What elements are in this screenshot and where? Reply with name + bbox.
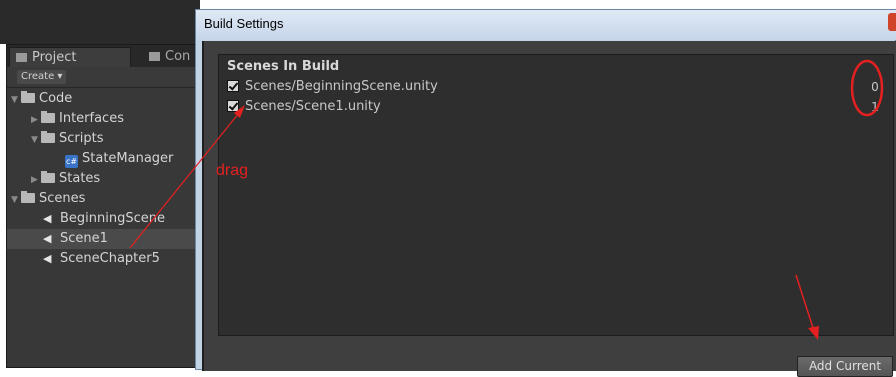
- scene-index: 0: [871, 80, 879, 94]
- expanded-arrow-icon[interactable]: ▼: [11, 90, 21, 110]
- window-titlebar[interactable]: Build Settings: [196, 10, 896, 40]
- csharp-script-icon: c#: [65, 155, 78, 168]
- tree-item-scenechapter5[interactable]: ◀ SceneChapter5: [43, 249, 160, 269]
- tree-item-label: Interfaces: [59, 111, 124, 126]
- scene-path: Scenes/Scene1.unity: [245, 99, 381, 114]
- tree-item-scenes[interactable]: ▼ Scenes: [11, 189, 85, 209]
- scene-row[interactable]: Scenes/BeginningScene.unity 0: [227, 77, 887, 97]
- scene-checkbox[interactable]: [227, 80, 239, 92]
- tab-project-label: Project: [32, 50, 77, 65]
- scene-index: 1: [871, 100, 879, 114]
- unity-scene-icon: ◀: [43, 252, 52, 265]
- folder-icon: [41, 171, 55, 183]
- folder-icon: [41, 131, 55, 143]
- folder-icon: [21, 191, 35, 203]
- tree-item-scene1[interactable]: ◀ Scene1: [7, 229, 201, 249]
- unity-scene-icon: ◀: [43, 232, 52, 245]
- tree-item-states[interactable]: ▶ States: [31, 169, 100, 189]
- expanded-arrow-icon[interactable]: ▼: [31, 130, 41, 150]
- scenes-in-build-header: Scenes In Build: [227, 59, 340, 74]
- tree-item-label: BeginningScene: [60, 211, 165, 226]
- build-settings-window: Build Settings Scenes In Build Scenes/Be…: [195, 9, 896, 377]
- build-settings-content: Scenes In Build Scenes/BeginningScene.un…: [202, 41, 896, 377]
- tab-console[interactable]: Con: [143, 47, 201, 67]
- tree-item-label: States: [59, 171, 101, 186]
- tree-item-label: Code: [39, 91, 73, 106]
- unity-editor: Project Con Create ▾ ▼ Code ▶ Interfaces ▼…: [0, 0, 201, 370]
- unity-scene-icon: ◀: [43, 212, 52, 225]
- editor-top-area: [0, 0, 200, 44]
- project-panel: Project Con Create ▾ ▼ Code ▶ Interfaces ▼…: [6, 44, 201, 368]
- console-tab-icon: [149, 52, 160, 61]
- folder-tab-icon: [16, 53, 27, 62]
- scene-path: Scenes/BeginningScene.unity: [245, 79, 438, 94]
- tree-item-label: Scene1: [60, 231, 108, 246]
- panel-tabbar: Project Con: [7, 45, 201, 67]
- expanded-arrow-icon[interactable]: ▼: [11, 190, 21, 210]
- tree-item-label: SceneChapter5: [60, 251, 160, 266]
- tab-project[interactable]: Project: [9, 47, 131, 67]
- tree-item-label: Scenes: [39, 191, 86, 206]
- tree-item-beginningscene[interactable]: ◀ BeginningScene: [43, 209, 165, 229]
- folder-icon: [21, 91, 35, 103]
- add-current-button[interactable]: Add Current: [797, 356, 893, 377]
- close-icon[interactable]: [888, 13, 896, 31]
- tree-item-label: StateManager: [82, 151, 174, 166]
- tree-item-interfaces[interactable]: ▶ Interfaces: [31, 109, 124, 129]
- tree-item-code[interactable]: ▼ Code: [11, 89, 72, 109]
- collapsed-arrow-icon[interactable]: ▶: [31, 170, 41, 190]
- folder-icon: [41, 111, 55, 123]
- create-button[interactable]: Create ▾: [17, 70, 67, 84]
- tree-item-statemanager[interactable]: c# StateManager: [65, 149, 173, 169]
- collapsed-arrow-icon[interactable]: ▶: [31, 110, 41, 130]
- project-toolbar: Create ▾: [7, 67, 201, 88]
- scene-row[interactable]: Scenes/Scene1.unity 1: [227, 97, 887, 117]
- scene-checkbox[interactable]: [227, 100, 239, 112]
- window-title: Build Settings: [204, 16, 284, 31]
- tab-console-label: Con: [165, 49, 191, 64]
- tree-item-scripts[interactable]: ▼ Scripts: [31, 129, 103, 149]
- tree-item-label: Scripts: [59, 131, 104, 146]
- scenes-in-build-list[interactable]: Scenes In Build Scenes/BeginningScene.un…: [218, 54, 894, 336]
